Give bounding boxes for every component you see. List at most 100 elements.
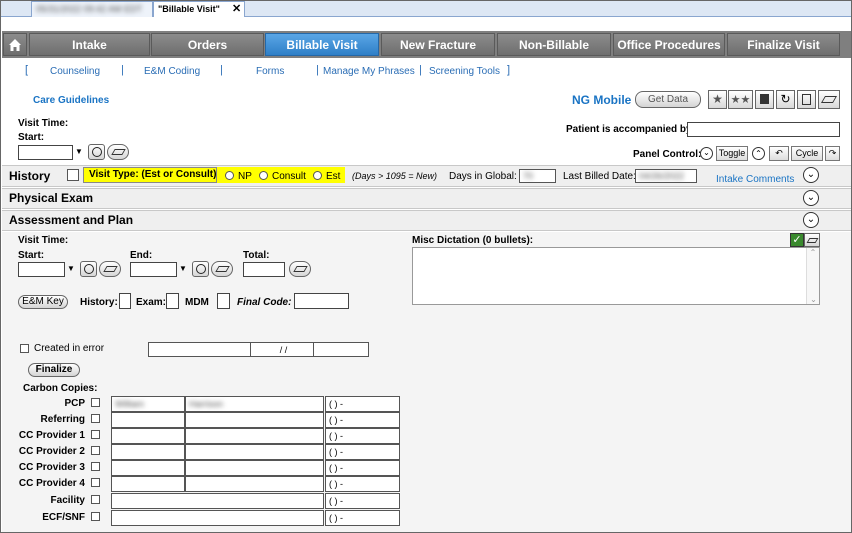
total-clear-button[interactable] [289,261,311,277]
physical-exam-section-header[interactable] [2,188,851,209]
cc-row-checkbox[interactable] [91,512,100,521]
clipboard-button[interactable] [797,90,816,109]
em-mdm-input[interactable] [217,293,230,309]
panel-expand-all-button[interactable]: ⌃ [752,147,765,160]
em-key-button[interactable]: E&M Key [18,295,68,309]
nav-orders[interactable]: Orders [151,33,264,56]
start-dropdown-icon[interactable]: ▼ [75,147,83,156]
days-in-global-input[interactable]: 70 [519,169,556,183]
start-time-input[interactable] [18,262,65,277]
cc-row-phone-input[interactable]: ( ) - [325,493,400,509]
cc-row-name-input[interactable] [111,493,324,509]
nav-finalize-visit[interactable]: Finalize Visit [727,33,840,56]
cc-row-checkbox[interactable] [91,430,100,439]
em-history-input[interactable] [119,293,131,309]
cc-row-first-name-input[interactable] [111,428,185,444]
cc-row-checkbox[interactable] [91,462,100,471]
visit-type-est-radio[interactable] [313,171,322,180]
cc-row-phone-input[interactable]: ( ) - [325,510,400,526]
visit-type-np-radio[interactable] [225,171,234,180]
cc-row-first-name-input[interactable] [111,444,185,460]
cc-row-name-input[interactable] [111,510,324,526]
nav-new-fracture[interactable]: New Fracture [381,33,495,56]
subnav-counseling[interactable]: Counseling [50,66,100,77]
save-button[interactable] [755,90,774,109]
visit-start-input[interactable] [18,145,73,160]
start-dropdown-icon[interactable]: ▼ [67,264,75,273]
cc-row-last-name-input[interactable] [185,444,324,460]
cc-row-checkbox[interactable] [91,398,100,407]
subnav-em-coding[interactable]: E&M Coding [144,66,200,77]
cc-row-phone-input[interactable]: ( ) - [325,428,400,444]
cc-row-last-name-input[interactable] [185,412,324,428]
cc-row-phone-input[interactable]: ( ) - [325,476,400,492]
favorite-star-button[interactable]: ★ [708,90,727,109]
cc-row-last-name-input[interactable] [185,476,324,492]
get-data-button[interactable]: Get Data [635,91,701,108]
subnav-screening-tools[interactable]: Screening Tools [429,66,500,77]
cc-row-phone-input[interactable]: ( ) - [325,396,400,412]
cc-row-first-name-input[interactable] [111,476,185,492]
dictation-accept-button[interactable]: ✓ [790,233,804,247]
scroll-down-icon[interactable]: ⌄ [807,295,820,304]
scroll-up-icon[interactable]: ⌃ [807,248,819,257]
assessment-expand-button[interactable]: ⌄ [803,212,819,228]
cc-row-first-name-input[interactable] [111,460,185,476]
dictation-clear-button[interactable] [804,233,820,247]
history-checkbox[interactable] [67,169,79,181]
final-code-input[interactable] [294,293,349,309]
start-clear-button[interactable] [99,261,121,277]
panel-cycle-button[interactable]: Cycle [791,146,823,161]
start-clock-button[interactable] [88,144,105,160]
dictation-scrollbar[interactable]: ⌃ ⌄ [806,248,819,304]
care-guidelines-link[interactable]: Care Guidelines [33,95,109,106]
panel-toggle-button[interactable]: Toggle [716,146,748,161]
nav-billable-visit[interactable]: Billable Visit [265,33,379,56]
cc-row-first-name-input[interactable]: William [111,396,185,412]
start-clock-button[interactable] [80,261,97,277]
panel-cycle-back-button[interactable]: ↷ [825,146,840,161]
home-button[interactable] [3,33,27,56]
cc-row-checkbox[interactable] [91,478,100,487]
start-clear-button[interactable] [107,144,129,160]
misc-dictation-textarea[interactable] [412,247,820,305]
end-time-input[interactable] [130,262,177,277]
end-dropdown-icon[interactable]: ▼ [179,264,187,273]
end-clear-button[interactable] [211,261,233,277]
eraser-button[interactable] [818,90,840,109]
nav-office-procedures[interactable]: Office Procedures [613,33,725,56]
panel-collapse-all-button[interactable]: ⌄ [700,147,713,160]
nav-non-billable[interactable]: Non-Billable [497,33,611,56]
history-expand-button[interactable]: ⌄ [803,167,819,183]
end-clock-button[interactable] [192,261,209,277]
cc-row-last-name-input[interactable] [185,460,324,476]
last-billed-input[interactable]: 04/26/2022 [635,169,697,183]
cc-row-checkbox[interactable] [91,414,100,423]
error-reason-input[interactable] [148,342,251,357]
tab-close-icon[interactable]: ✕ [232,2,241,16]
subnav-manage-my-phrases[interactable]: Manage My Phrases [323,66,415,77]
visit-type-consult-radio[interactable] [259,171,268,180]
cc-row-last-name-input[interactable]: Harrison [185,396,324,412]
cc-row-phone-input[interactable]: ( ) - [325,460,400,476]
subnav-forms[interactable]: Forms [256,66,284,77]
cc-row-checkbox[interactable] [91,446,100,455]
accompanied-input[interactable] [687,122,840,137]
cc-row-last-name-input[interactable] [185,428,324,444]
total-time-input[interactable] [243,262,285,277]
cc-row-checkbox[interactable] [91,495,100,504]
tab-visit-date[interactable]: 05/31/2022 09:42 AM EDT [31,1,153,17]
physical-exam-expand-button[interactable]: ⌄ [803,190,819,206]
finalize-button[interactable]: Finalize [28,363,80,377]
favorites-list-button[interactable]: ★★ [728,90,753,109]
cc-row-phone-input[interactable]: ( ) - [325,444,400,460]
refresh-button[interactable]: ↻ [776,90,795,109]
intake-comments-link[interactable]: Intake Comments [716,174,794,185]
tab-billable-visit[interactable]: "Billable Visit" ✕ [153,1,245,17]
cc-row-first-name-input[interactable] [111,412,185,428]
created-in-error-checkbox[interactable] [20,344,29,353]
panel-undo-button[interactable]: ↶ [769,146,789,161]
cc-row-phone-input[interactable]: ( ) - [325,412,400,428]
em-exam-input[interactable] [166,293,179,309]
nav-intake[interactable]: Intake [29,33,150,56]
